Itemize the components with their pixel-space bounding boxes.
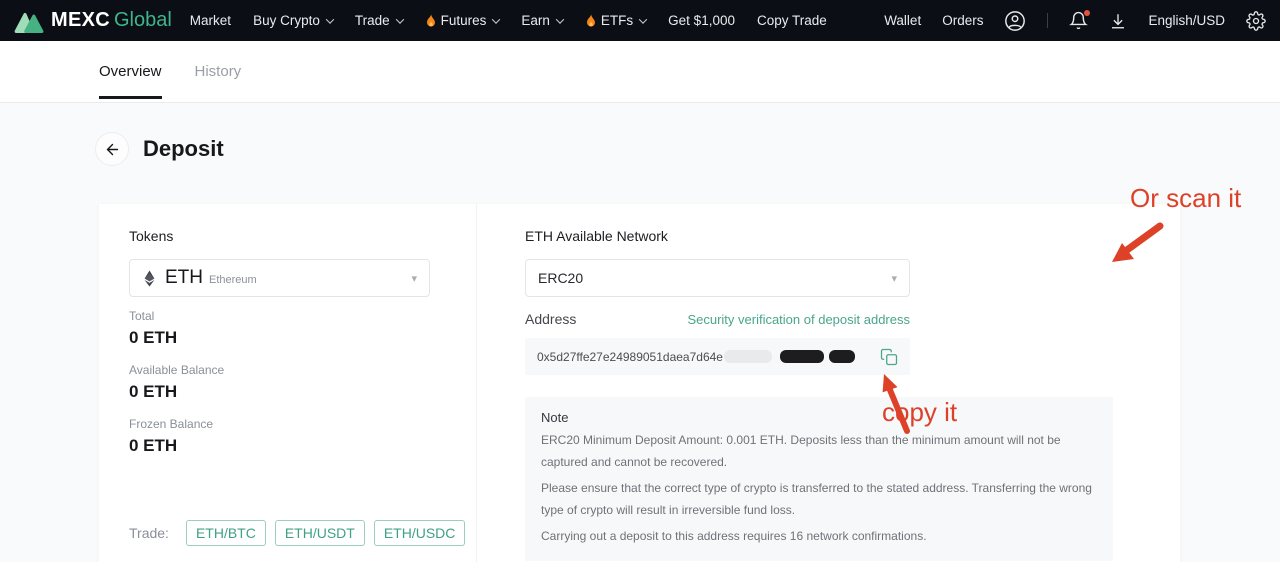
trade-row: Trade: ETH/BTC ETH/USDT ETH/USDC (129, 520, 476, 546)
nav-orders[interactable]: Orders (942, 13, 983, 28)
notification-dot (1084, 10, 1091, 16)
language-currency-switch[interactable]: English/USD (1148, 13, 1225, 28)
address-redaction (723, 350, 772, 363)
deposit-address-box: 0x5d27ffe27e24989051daea7d64e (525, 338, 910, 375)
wallet-subnav: Overview History (0, 41, 1280, 103)
balance-value: 0 ETH (129, 436, 178, 455)
address-row: Address Security verification of deposit… (525, 311, 910, 327)
nav-get-1000[interactable]: Get $1,000 (668, 13, 735, 28)
brand-name: MEXC (51, 9, 110, 31)
divider (1047, 13, 1049, 28)
deposit-address: 0x5d27ffe27e24989051daea7d64e (537, 349, 723, 364)
chevron-down-icon (395, 14, 404, 24)
nav-copy-trade[interactable]: Copy Trade (757, 13, 827, 28)
download-icon[interactable] (1109, 12, 1127, 30)
brand-suffix: Global (113, 9, 172, 31)
top-navbar: MEXC Global Market Buy Crypto Trade Futu… (0, 0, 1280, 41)
copy-icon (880, 348, 898, 365)
copy-address-button[interactable] (880, 348, 898, 366)
tab-history[interactable]: History (195, 41, 242, 102)
ethereum-icon (144, 270, 155, 286)
address-redaction (779, 350, 824, 363)
balance-label: Frozen Balance (129, 417, 214, 431)
arrow-left-icon (106, 143, 118, 155)
deposit-card: Tokens ETH Ethereum ▾ Total 0 ETH Availa… (99, 204, 1180, 562)
token-name: Ethereum (209, 273, 257, 286)
network-label: ETH Available Network (525, 228, 668, 244)
nav-etfs[interactable]: ETFs (585, 13, 648, 28)
page-title: Deposit (143, 136, 224, 161)
trade-pair-eth-usdc[interactable]: ETH/USDC (373, 520, 466, 546)
caret-down-icon: ▾ (891, 272, 897, 285)
token-panel: Tokens ETH Ethereum ▾ Total 0 ETH Availa… (99, 204, 477, 562)
security-verification-link[interactable]: Security verification of deposit address (687, 312, 910, 327)
gear-icon[interactable] (1246, 10, 1266, 31)
trade-pair-eth-btc[interactable]: ETH/BTC (185, 520, 266, 546)
chevron-down-icon (325, 14, 335, 24)
mexc-logo-icon (14, 12, 44, 33)
nav-wallet[interactable]: Wallet (884, 13, 921, 28)
address-redaction (828, 350, 855, 363)
note-box: Note ERC20 Minimum Deposit Amount: 0.001… (525, 397, 1113, 561)
nav-trade[interactable]: Trade (355, 13, 404, 28)
back-button[interactable] (95, 132, 129, 166)
token-select[interactable]: ETH Ethereum ▾ (129, 259, 430, 297)
note-line: Please ensure that the correct type of c… (541, 481, 1092, 517)
nav-futures[interactable]: Futures (425, 13, 501, 28)
address-label: Address (525, 311, 577, 327)
chevron-down-icon (492, 14, 501, 24)
bell-icon[interactable] (1069, 10, 1091, 30)
nav-buy-crypto[interactable]: Buy Crypto (253, 13, 335, 28)
network-name: ERC20 (538, 270, 584, 286)
token-symbol: ETH (165, 267, 203, 288)
note-line: ERC20 Minimum Deposit Amount: 0.001 ETH.… (541, 433, 1061, 469)
trade-pair-eth-usdt[interactable]: ETH/USDT (274, 520, 365, 546)
caret-down-icon: ▾ (411, 272, 417, 285)
note-line: Carrying out a deposit to this address r… (541, 529, 927, 543)
nav-market[interactable]: Market (190, 13, 231, 28)
main-menu: Market Buy Crypto Trade Futures Earn ETF… (190, 13, 827, 28)
title-row: Deposit (95, 132, 1280, 166)
trade-label: Trade: (129, 525, 169, 541)
network-select[interactable]: ERC20 ▾ (525, 259, 910, 297)
fire-icon (426, 13, 435, 26)
chevron-down-icon (638, 14, 648, 24)
fire-icon (586, 13, 595, 26)
network-panel: ETH Available Network ERC20 ▾ Address Se… (477, 204, 1180, 562)
user-icon[interactable] (1004, 10, 1026, 32)
tokens-label: Tokens (129, 228, 174, 244)
mexc-logo[interactable]: MEXC Global (14, 9, 172, 33)
balance-label: Total (129, 309, 155, 323)
balance-label: Available Balance (129, 363, 225, 377)
balance-value: 0 ETH (129, 328, 178, 347)
navbar-right: Wallet Orders English/USD (884, 10, 1266, 32)
tab-overview[interactable]: Overview (99, 41, 162, 102)
balance-value: 0 ETH (129, 382, 178, 401)
chevron-down-icon (555, 14, 565, 24)
note-title: Note (541, 410, 569, 425)
nav-earn[interactable]: Earn (521, 13, 565, 28)
